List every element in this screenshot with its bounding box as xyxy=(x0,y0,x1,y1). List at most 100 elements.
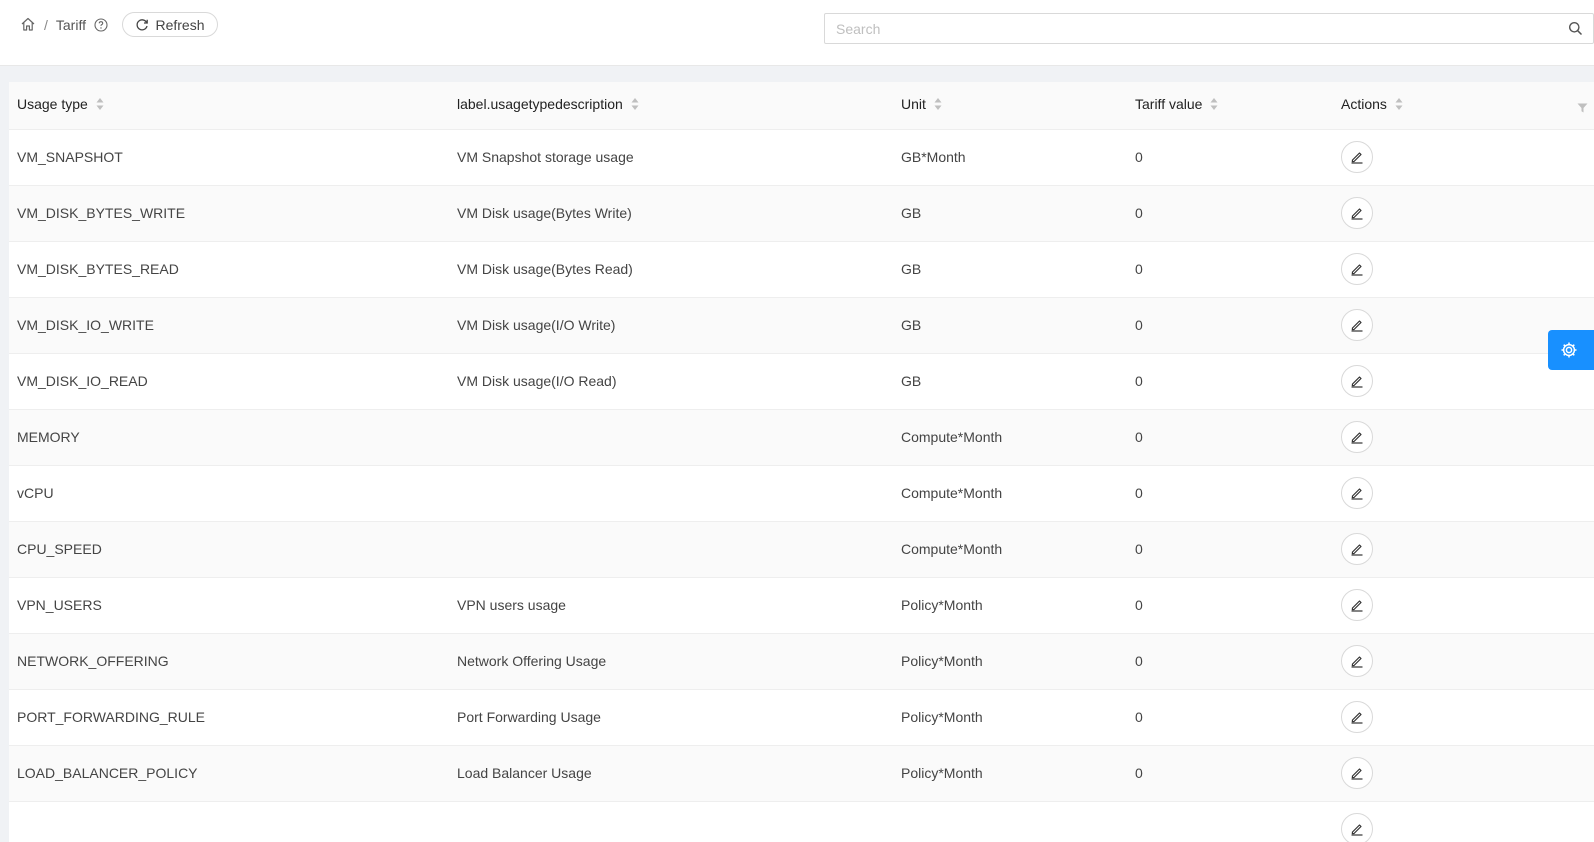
column-header-actions[interactable]: Actions xyxy=(1333,82,1594,130)
column-header-tariff-value[interactable]: Tariff value xyxy=(1127,82,1333,130)
edit-button[interactable] xyxy=(1341,141,1373,173)
column-header-unit[interactable]: Unit xyxy=(893,82,1127,130)
tariff-table: Usage type label.usagetypedescription Un… xyxy=(9,82,1594,842)
edit-button[interactable] xyxy=(1341,309,1373,341)
actions-cell xyxy=(1333,241,1594,298)
edit-button[interactable] xyxy=(1341,813,1373,842)
unit-cell: GB*Month xyxy=(893,129,1127,186)
unit-cell: GB xyxy=(893,185,1127,242)
tariff-value-cell: 0 xyxy=(1127,297,1333,354)
table-row: MEMORY Compute*Month 0 xyxy=(9,409,1594,466)
edit-button[interactable] xyxy=(1341,757,1373,789)
table-row: vCPU Compute*Month 0 xyxy=(9,465,1594,522)
description-cell: Load Balancer Usage xyxy=(449,745,893,802)
actions-cell xyxy=(1333,409,1594,466)
edit-button[interactable] xyxy=(1341,197,1373,229)
gear-icon xyxy=(1561,342,1577,358)
usage-type-cell: NETWORK_OFFERING xyxy=(9,633,449,690)
edit-pencil-icon xyxy=(1351,768,1363,780)
edit-button[interactable] xyxy=(1341,421,1373,453)
refresh-label: Refresh xyxy=(155,16,205,33)
usage-type-cell: CPU_SPEED xyxy=(9,521,449,578)
unit-cell: Compute*Month xyxy=(893,521,1127,578)
question-circle-icon[interactable] xyxy=(94,18,108,32)
table-row: PORT_FORWARDING_RULE Port Forwarding Usag… xyxy=(9,689,1594,746)
table-row: VM_SNAPSHOT VM Snapshot storage usage GB*M… xyxy=(9,129,1594,186)
settings-drawer-toggle[interactable] xyxy=(1548,330,1594,370)
edit-button[interactable] xyxy=(1341,533,1373,565)
edit-pencil-icon xyxy=(1351,376,1363,388)
actions-cell xyxy=(1333,129,1594,186)
edit-button[interactable] xyxy=(1341,253,1373,285)
tariff-value-cell: 0 xyxy=(1127,129,1333,186)
caret-sort-icon[interactable] xyxy=(934,97,942,114)
table-row: VM_DISK_BYTES_WRITE VM Disk usage(Bytes W… xyxy=(9,185,1594,242)
description-cell xyxy=(449,801,893,842)
unit-cell: Compute*Month xyxy=(893,465,1127,522)
usage-type-cell: VM_DISK_IO_WRITE xyxy=(9,297,449,354)
unit-cell: GB xyxy=(893,297,1127,354)
tariff-value-cell xyxy=(1127,801,1333,842)
description-cell: VM Disk usage(I/O Read) xyxy=(449,353,893,410)
tariff-value-cell: 0 xyxy=(1127,353,1333,410)
edit-button[interactable] xyxy=(1341,589,1373,621)
edit-button[interactable] xyxy=(1341,645,1373,677)
actions-cell xyxy=(1333,185,1594,242)
actions-cell xyxy=(1333,801,1594,842)
usage-type-cell: VM_DISK_BYTES_READ xyxy=(9,241,449,298)
table-header-row: Usage type label.usagetypedescription Un… xyxy=(9,82,1594,130)
actions-cell xyxy=(1333,745,1594,802)
unit-cell: GB xyxy=(893,241,1127,298)
search-box xyxy=(824,13,1594,44)
description-cell xyxy=(449,521,893,578)
description-cell xyxy=(449,465,893,522)
caret-sort-icon[interactable] xyxy=(1395,97,1403,114)
actions-cell xyxy=(1333,689,1594,746)
caret-sort-icon[interactable] xyxy=(631,97,639,114)
table-row xyxy=(9,801,1594,842)
tariff-value-cell: 0 xyxy=(1127,521,1333,578)
tariff-value-cell: 0 xyxy=(1127,241,1333,298)
unit-cell: Policy*Month xyxy=(893,577,1127,634)
tariff-table-card: Usage type label.usagetypedescription Un… xyxy=(9,82,1594,842)
description-cell: VPN users usage xyxy=(449,577,893,634)
description-cell: VM Disk usage(Bytes Write) xyxy=(449,185,893,242)
edit-pencil-icon xyxy=(1351,264,1363,276)
table-row: LOAD_BALANCER_POLICY Load Balancer Usage P… xyxy=(9,745,1594,802)
caret-sort-icon[interactable] xyxy=(1210,97,1218,114)
tariff-value-cell: 0 xyxy=(1127,185,1333,242)
actions-cell xyxy=(1333,633,1594,690)
edit-pencil-icon xyxy=(1351,656,1363,668)
usage-type-cell: LOAD_BALANCER_POLICY xyxy=(9,745,449,802)
search-input[interactable] xyxy=(825,14,1525,43)
edit-button[interactable] xyxy=(1341,477,1373,509)
edit-button[interactable] xyxy=(1341,365,1373,397)
breadcrumb: / Tariff xyxy=(20,14,108,36)
table-row: VPN_USERS VPN users usage Policy*Month 0 xyxy=(9,577,1594,634)
usage-type-cell: VM_DISK_IO_READ xyxy=(9,353,449,410)
actions-cell xyxy=(1333,521,1594,578)
description-cell: VM Snapshot storage usage xyxy=(449,129,893,186)
unit-cell: Compute*Month xyxy=(893,409,1127,466)
actions-cell xyxy=(1333,465,1594,522)
description-cell: Network Offering Usage xyxy=(449,633,893,690)
tariff-value-cell: 0 xyxy=(1127,577,1333,634)
home-icon[interactable] xyxy=(20,16,36,35)
edit-button[interactable] xyxy=(1341,701,1373,733)
refresh-button[interactable]: Refresh xyxy=(122,12,218,37)
search-icon[interactable] xyxy=(1568,21,1583,41)
filter-icon[interactable] xyxy=(1577,100,1588,116)
edit-pencil-icon xyxy=(1351,432,1363,444)
actions-cell xyxy=(1333,577,1594,634)
caret-sort-icon[interactable] xyxy=(96,97,104,114)
tariff-value-cell: 0 xyxy=(1127,633,1333,690)
usage-type-cell: PORT_FORWARDING_RULE xyxy=(9,689,449,746)
unit-cell: Policy*Month xyxy=(893,745,1127,802)
table-row: CPU_SPEED Compute*Month 0 xyxy=(9,521,1594,578)
description-cell: VM Disk usage(I/O Write) xyxy=(449,297,893,354)
column-header-usage-type[interactable]: Usage type xyxy=(9,82,449,130)
usage-type-cell xyxy=(9,801,449,842)
top-bar: / Tariff Refresh xyxy=(0,0,1594,66)
description-cell: VM Disk usage(Bytes Read) xyxy=(449,241,893,298)
column-header-description[interactable]: label.usagetypedescription xyxy=(449,82,893,130)
